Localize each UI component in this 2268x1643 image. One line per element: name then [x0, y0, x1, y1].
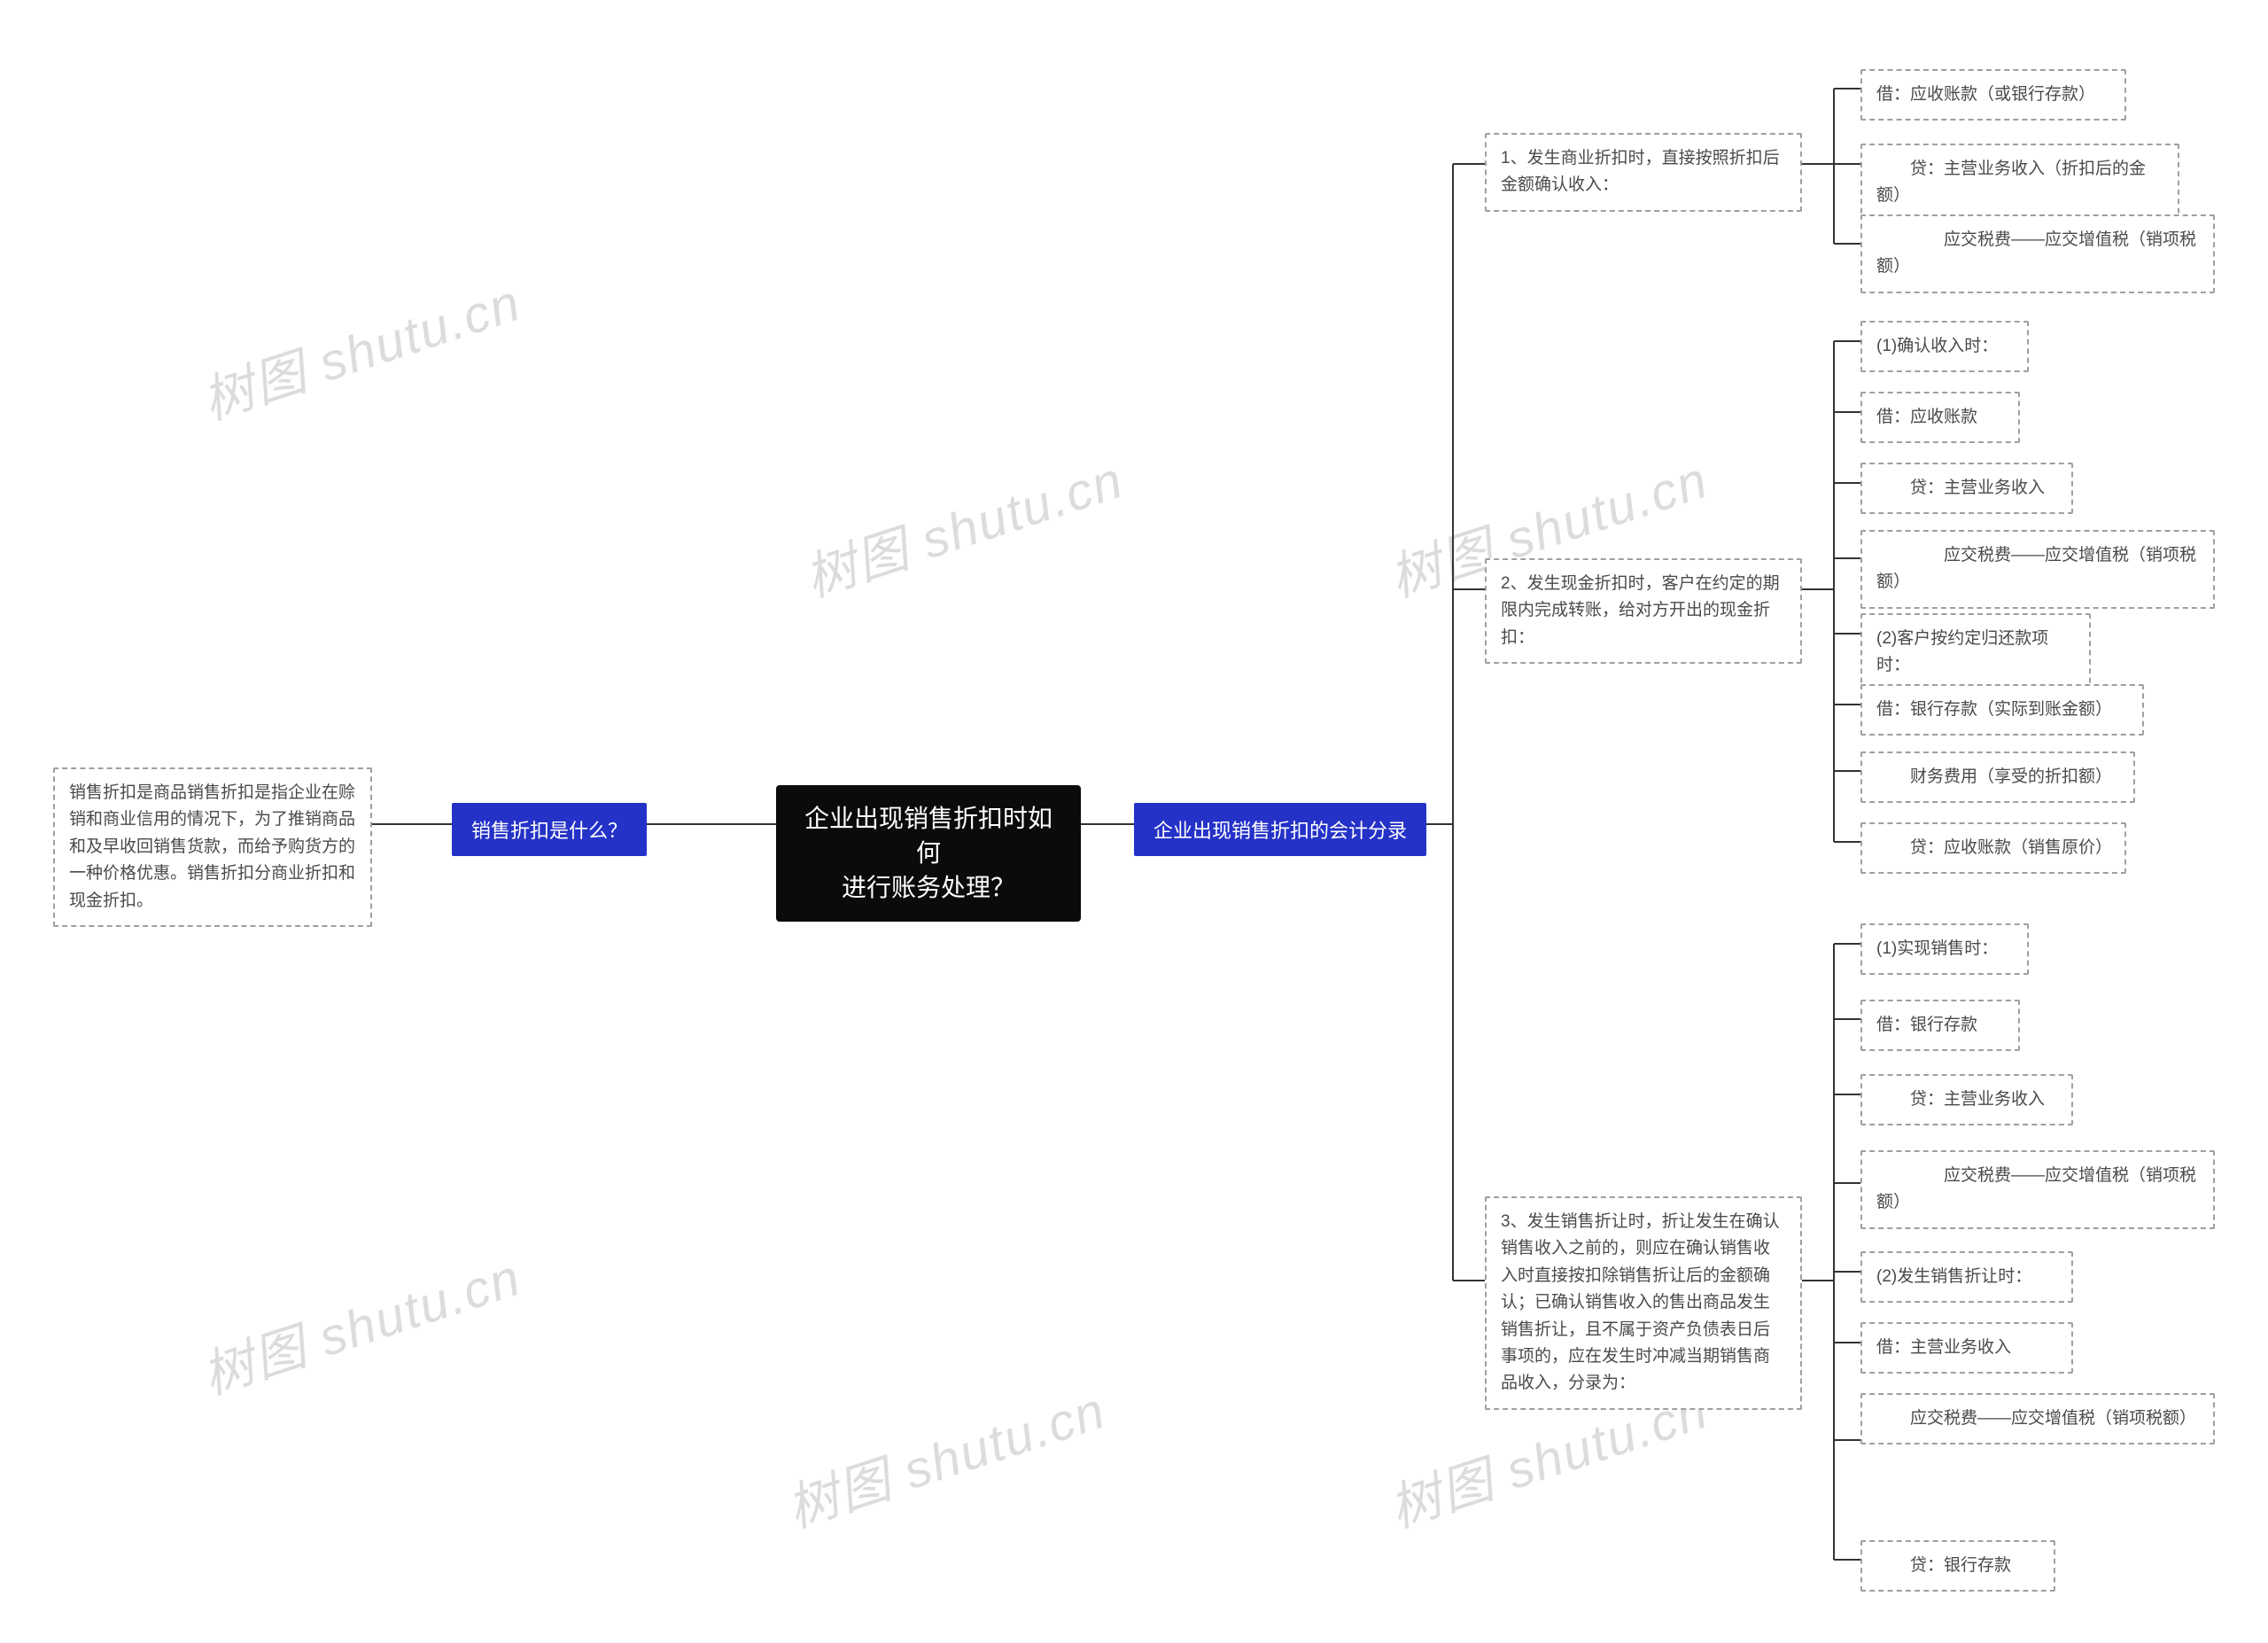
- watermark: 树图 shutu.cn: [776, 1368, 1114, 1541]
- what-is-desc: 销售折扣是商品销售折扣是指企业在赊销和商业信用的情况下，为了推销商品和及早收回销…: [53, 767, 372, 927]
- group3-item: (1)实现销售时：: [1860, 923, 2029, 975]
- group1-item: 借：应收账款（或银行存款）: [1860, 69, 2126, 121]
- group3-title: 3、发生销售折让时，折让发生在确认销售收入之前的，则应在确认销售收入时直接按扣除…: [1485, 1196, 1802, 1410]
- watermark: 树图 shutu.cn: [794, 438, 1131, 611]
- watermark: 树图 shutu.cn: [191, 261, 529, 433]
- group3-item: (2)发生销售折让时：: [1860, 1251, 2073, 1303]
- entries-title-node[interactable]: 企业出现销售折扣的会计分录: [1134, 803, 1426, 856]
- group2-title: 2、发生现金折扣时，客户在约定的期限内完成转账，给对方开出的现金折扣：: [1485, 558, 1802, 664]
- group1-item: 贷：主营业务收入（折扣后的金额）: [1860, 144, 2179, 222]
- group2-item: 财务费用（享受的折扣额）: [1860, 751, 2135, 803]
- group3-item: 借：银行存款: [1860, 1000, 2020, 1051]
- group2-item: (2)客户按约定归还款项时：: [1860, 613, 2091, 692]
- group1-title: 1、发生商业折扣时，直接按照折扣后金额确认收入：: [1485, 133, 1802, 212]
- group3-item: 贷：主营业务收入: [1860, 1074, 2073, 1125]
- group2-item: 借：银行存款（实际到账金额）: [1860, 684, 2144, 736]
- watermark: 树图 shutu.cn: [191, 1235, 529, 1408]
- group2-item: 贷：主营业务收入: [1860, 463, 2073, 514]
- root-node[interactable]: 企业出现销售折扣时如何 进行账务处理？: [776, 785, 1081, 922]
- group2-item: 应交税费——应交增值税（销项税额）: [1860, 530, 2215, 609]
- group3-item: 应交税费——应交增值税（销项税额）: [1860, 1393, 2215, 1444]
- group3-item: 应交税费——应交增值税（销项税额）: [1860, 1150, 2215, 1229]
- group3-item: 借：主营业务收入: [1860, 1322, 2073, 1374]
- group2-item: 借：应收账款: [1860, 392, 2020, 443]
- group2-item: (1)确认收入时：: [1860, 321, 2029, 372]
- group2-item: 贷：应收账款（销售原价）: [1860, 822, 2126, 874]
- what-is-node[interactable]: 销售折扣是什么？: [452, 803, 647, 856]
- group1-item: 应交税费——应交增值税（销项税额）: [1860, 214, 2215, 293]
- group3-item: 贷：银行存款: [1860, 1540, 2055, 1592]
